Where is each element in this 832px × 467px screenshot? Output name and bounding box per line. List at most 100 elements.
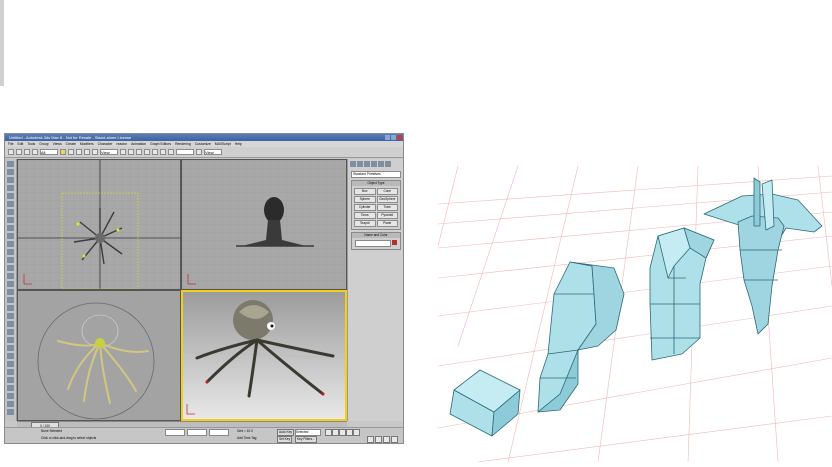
tool-icon[interactable] bbox=[7, 289, 14, 295]
render-view-dropdown[interactable]: View bbox=[204, 149, 222, 155]
z-coordinate-field[interactable] bbox=[209, 429, 229, 436]
auto-key-button[interactable]: Auto Key bbox=[277, 429, 294, 436]
viewport-perspective[interactable] bbox=[181, 290, 347, 421]
previous-frame-icon[interactable] bbox=[332, 429, 339, 436]
tool-icon[interactable] bbox=[7, 161, 14, 167]
teapot-button[interactable]: Teapot bbox=[354, 220, 376, 227]
maximize-button[interactable] bbox=[391, 135, 396, 140]
display-tab-icon[interactable] bbox=[378, 161, 384, 167]
tool-icon[interactable] bbox=[7, 329, 14, 335]
tool-icon[interactable] bbox=[7, 401, 14, 407]
tool-icon[interactable] bbox=[7, 233, 14, 239]
tool-icon[interactable] bbox=[7, 281, 14, 287]
menu-animation[interactable]: Animation bbox=[131, 141, 146, 147]
geosphere-button[interactable]: GeoSphere bbox=[376, 196, 398, 203]
tool-icon[interactable] bbox=[7, 361, 14, 367]
material-editor-icon[interactable] bbox=[160, 149, 166, 155]
tool-icon[interactable] bbox=[7, 265, 14, 271]
select-scale-icon[interactable] bbox=[92, 149, 98, 155]
tool-icon[interactable] bbox=[7, 169, 14, 175]
selection-filter-dropdown[interactable]: All bbox=[40, 149, 58, 155]
menu-group[interactable]: Group bbox=[39, 141, 48, 147]
key-mode-select[interactable]: Selected bbox=[295, 429, 321, 436]
menu-maxscript[interactable]: MAXScript bbox=[215, 141, 231, 147]
tool-icon[interactable] bbox=[7, 185, 14, 191]
curve-editor-icon[interactable] bbox=[152, 149, 158, 155]
set-key-button[interactable]: Set Key bbox=[277, 436, 293, 443]
cone-button[interactable]: Cone bbox=[376, 188, 398, 195]
tool-icon[interactable] bbox=[7, 321, 14, 327]
tool-icon[interactable] bbox=[7, 313, 14, 319]
torus-button[interactable]: Torus bbox=[354, 212, 376, 219]
primitive-category-select[interactable]: Standard Primitives bbox=[351, 171, 401, 178]
menu-help[interactable]: Help bbox=[235, 141, 242, 147]
close-button[interactable] bbox=[397, 135, 402, 140]
named-selection-dropdown[interactable] bbox=[176, 149, 194, 155]
tool-icon[interactable] bbox=[7, 177, 14, 183]
x-coordinate-field[interactable] bbox=[165, 429, 185, 436]
layer-icon[interactable] bbox=[144, 149, 150, 155]
minimize-button[interactable] bbox=[385, 135, 390, 140]
tool-icon[interactable] bbox=[7, 273, 14, 279]
menu-reactor[interactable]: reactor bbox=[117, 141, 128, 147]
modify-tab-icon[interactable] bbox=[357, 161, 363, 167]
tool-icon[interactable] bbox=[7, 193, 14, 199]
create-tab-icon[interactable] bbox=[350, 161, 356, 167]
select-move-icon[interactable] bbox=[76, 149, 82, 155]
menu-rendering[interactable]: Rendering bbox=[175, 141, 191, 147]
render-icon[interactable] bbox=[168, 149, 174, 155]
tool-icon[interactable] bbox=[7, 385, 14, 391]
maximize-viewport-icon[interactable] bbox=[391, 436, 398, 443]
menu-customize[interactable]: Customize bbox=[195, 141, 211, 147]
menu-edit[interactable]: Edit bbox=[17, 141, 23, 147]
tool-icon[interactable] bbox=[7, 241, 14, 247]
viewport-front[interactable] bbox=[181, 159, 347, 290]
utilities-tab-icon[interactable] bbox=[385, 161, 391, 167]
plane-button[interactable]: Plane bbox=[376, 220, 398, 227]
zoom-icon[interactable] bbox=[367, 436, 374, 443]
pivot-icon[interactable] bbox=[120, 149, 126, 155]
menu-modifiers[interactable]: Modifiers bbox=[80, 141, 94, 147]
redo-icon[interactable] bbox=[16, 149, 22, 155]
menu-file[interactable]: File bbox=[8, 141, 13, 147]
viewport-top[interactable] bbox=[17, 159, 181, 290]
quick-render-icon[interactable] bbox=[196, 149, 202, 155]
select-object-icon[interactable] bbox=[60, 149, 66, 155]
tube-button[interactable]: Tube bbox=[376, 204, 398, 211]
go-to-end-icon[interactable] bbox=[353, 429, 360, 436]
tool-icon[interactable] bbox=[7, 209, 14, 215]
menu-tools[interactable]: Tools bbox=[27, 141, 35, 147]
tool-icon[interactable] bbox=[7, 345, 14, 351]
menu-create[interactable]: Create bbox=[66, 141, 76, 147]
menu-character[interactable]: Character bbox=[98, 141, 113, 147]
undo-icon[interactable] bbox=[8, 149, 14, 155]
select-by-name-icon[interactable] bbox=[68, 149, 74, 155]
menu-views[interactable]: Views bbox=[53, 141, 62, 147]
object-color-swatch[interactable] bbox=[392, 240, 397, 245]
hierarchy-tab-icon[interactable] bbox=[364, 161, 370, 167]
name-color-header[interactable]: Name and Color bbox=[352, 233, 400, 238]
pyramid-button[interactable]: Pyramid bbox=[376, 212, 398, 219]
go-to-start-icon[interactable] bbox=[325, 429, 332, 436]
key-filters-button[interactable]: Key Filters... bbox=[295, 436, 317, 443]
orbit-icon[interactable] bbox=[383, 436, 390, 443]
tool-icon[interactable] bbox=[7, 249, 14, 255]
align-icon[interactable] bbox=[136, 149, 142, 155]
reference-coordinate-dropdown[interactable]: View bbox=[100, 149, 118, 155]
tool-icon[interactable] bbox=[7, 337, 14, 343]
mirror-icon[interactable] bbox=[128, 149, 134, 155]
tool-icon[interactable] bbox=[7, 409, 14, 415]
menu-graph-editors[interactable]: Graph Editors bbox=[150, 141, 171, 147]
tool-icon[interactable] bbox=[7, 217, 14, 223]
unlink-icon[interactable] bbox=[32, 149, 38, 155]
tool-icon[interactable] bbox=[7, 369, 14, 375]
viewport-left[interactable] bbox=[17, 290, 181, 421]
pan-icon[interactable] bbox=[375, 436, 382, 443]
play-icon[interactable] bbox=[339, 429, 346, 436]
tool-icon[interactable] bbox=[7, 297, 14, 303]
cylinder-button[interactable]: Cylinder bbox=[354, 204, 376, 211]
tool-icon[interactable] bbox=[7, 201, 14, 207]
box-button[interactable]: Box bbox=[354, 188, 376, 195]
object-name-input[interactable] bbox=[355, 240, 391, 247]
next-frame-icon[interactable] bbox=[346, 429, 353, 436]
